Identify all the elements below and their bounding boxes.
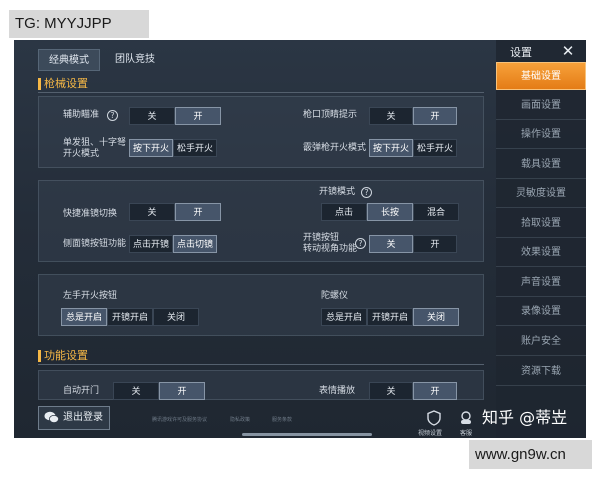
scope-button-on[interactable]: 开 [413, 235, 457, 253]
side-scope-label: 侧面镜按钮功能 [63, 239, 127, 249]
side-item-recording[interactable]: 录像设置 [496, 298, 586, 326]
side-item-graphics[interactable]: 画面设置 [496, 92, 586, 120]
side-item-sensitivity[interactable]: 灵敏度设置 [496, 180, 586, 208]
help-icon[interactable]: ? [355, 238, 366, 249]
help-icon[interactable]: ? [361, 187, 372, 198]
scope-button-off[interactable]: 关 [369, 235, 413, 253]
shotgun-fire-label: 霰弹枪开火模式 [303, 143, 367, 153]
left-fire-toggle: 总是开启 开镜开启 关闭 [61, 308, 199, 326]
side-item-sound[interactable]: 声音设置 [496, 269, 586, 297]
scope-mode-toggle: 点击 长按 混合 [321, 203, 459, 221]
gyroscope-always[interactable]: 总是开启 [321, 308, 367, 326]
side-item-vehicle[interactable]: 载具设置 [496, 151, 586, 179]
quick-scope-label: 快捷准镜切换 [63, 209, 118, 219]
panel-firearm: 辅助瞄准 ? 关 开 枪口顶睛提示 关 开 单发狙、十字弩 开火模式 按下开火 … [38, 96, 484, 168]
close-icon[interactable]: ✕ [556, 40, 580, 62]
side-item-pickup[interactable]: 拾取设置 [496, 210, 586, 238]
settings-title: 设置 [510, 46, 532, 59]
zhihu-watermark: 知乎 @蒂岦 [482, 408, 568, 427]
quick-scope-toggle: 关 开 [129, 203, 221, 221]
gyroscope-label: 陀螺仪 [321, 291, 349, 301]
home-indicator [242, 433, 372, 436]
emote-on[interactable]: 开 [413, 382, 457, 400]
left-fire-label: 左手开火按钮 [63, 291, 118, 301]
side-item-account[interactable]: 账户安全 [496, 328, 586, 356]
scope-button-label-2: 转动视角功能 [303, 244, 358, 254]
section-title-function: 功能设置 [38, 349, 88, 362]
privacy-settings-label: 视频设置 [418, 430, 443, 437]
section-divider [38, 364, 484, 365]
game-settings-screen: 经典模式 团队竞技 枪械设置 辅助瞄准 ? 关 开 枪口顶睛提示 关 开 单发狙… [14, 40, 586, 438]
shotgun-fire-release[interactable]: 松手开火 [413, 139, 457, 157]
logout-label: 退出登录 [63, 412, 103, 423]
section-title-firearm: 枪械设置 [38, 77, 88, 90]
footer-link-license[interactable]: 腾讯游戏许可及服务协议 [152, 416, 207, 423]
auto-door-toggle: 关 开 [113, 382, 205, 400]
single-fire-label: 单发狙、十字弩 [63, 138, 127, 148]
muzzle-hint-toggle: 关 开 [369, 107, 457, 125]
screenshot: TG: MYYJJPP 经典模式 团队竞技 枪械设置 辅助瞄准 ? 关 开 枪口… [0, 0, 600, 480]
emote-label: 表情播放 [319, 386, 356, 396]
footer-link-terms[interactable]: 服务条款 [272, 416, 292, 423]
shotgun-fire-toggle: 按下开火 松手开火 [369, 139, 457, 157]
scope-mode-tap[interactable]: 点击 [321, 203, 367, 221]
single-fire-press[interactable]: 按下开火 [129, 139, 173, 157]
gyroscope-scope[interactable]: 开镜开启 [367, 308, 413, 326]
aim-assist-toggle: 关 开 [129, 107, 221, 125]
scope-mode-label: 开镜模式 [319, 187, 356, 197]
customer-service-label: 客服 [460, 430, 473, 437]
left-fire-off[interactable]: 关闭 [153, 308, 199, 326]
panel-function: 自动开门 关 开 表情播放 关 开 [38, 370, 484, 400]
emote-toggle: 关 开 [369, 382, 457, 400]
auto-door-label: 自动开门 [63, 386, 100, 396]
single-fire-label-2: 开火模式 [63, 149, 100, 159]
gyroscope-off[interactable]: 关闭 [413, 308, 459, 326]
side-item-controls[interactable]: 操作设置 [496, 121, 586, 149]
aim-assist-label: 辅助瞄准 [63, 110, 100, 120]
panel-controls: 左手开火按钮 总是开启 开镜开启 关闭 陀螺仪 总是开启 开镜开启 关闭 [38, 274, 484, 336]
scope-mode-hold[interactable]: 长按 [367, 203, 413, 221]
muzzle-hint-off[interactable]: 关 [369, 107, 413, 125]
tg-watermark: TG: MYYJJPP [9, 10, 149, 38]
shotgun-fire-press[interactable]: 按下开火 [369, 139, 413, 157]
side-scope-switch[interactable]: 点击切镜 [173, 235, 217, 253]
panel-scope: 快捷准镜切换 关 开 开镜模式 ? 点击 长按 混合 侧面镜按钮功能 点击开镜 … [38, 180, 484, 262]
side-item-download[interactable]: 资源下载 [496, 358, 586, 386]
left-fire-scope[interactable]: 开镜开启 [107, 308, 153, 326]
muzzle-hint-on[interactable]: 开 [413, 107, 457, 125]
side-scope-open[interactable]: 点击开镜 [129, 235, 173, 253]
side-scope-toggle: 点击开镜 点击切镜 [129, 235, 217, 253]
section-divider [38, 92, 484, 93]
left-fire-always[interactable]: 总是开启 [61, 308, 107, 326]
scope-button-toggle: 关 开 [369, 235, 457, 253]
wechat-icon [44, 411, 59, 423]
gyroscope-toggle: 总是开启 开镜开启 关闭 [321, 308, 459, 326]
aim-assist-off[interactable]: 关 [129, 107, 175, 125]
logout-button[interactable]: 退出登录 [38, 406, 110, 430]
side-item-basic[interactable]: 基础设置 [496, 62, 586, 90]
auto-door-off[interactable]: 关 [113, 382, 159, 400]
tab-team-deathmatch[interactable]: 团队竞技 [104, 49, 166, 71]
tab-classic-mode[interactable]: 经典模式 [38, 49, 100, 71]
quick-scope-off[interactable]: 关 [129, 203, 175, 221]
single-fire-toggle: 按下开火 松手开火 [129, 139, 217, 157]
emote-off[interactable]: 关 [369, 382, 413, 400]
headset-icon[interactable] [458, 410, 474, 426]
single-fire-release[interactable]: 松手开火 [173, 139, 217, 157]
muzzle-hint-label: 枪口顶睛提示 [303, 110, 358, 120]
site-watermark: www.gn9w.cn [469, 440, 592, 469]
auto-door-on[interactable]: 开 [159, 382, 205, 400]
side-item-effects[interactable]: 效果设置 [496, 239, 586, 267]
quick-scope-on[interactable]: 开 [175, 203, 221, 221]
settings-side-menu: 设置 ✕ 基础设置 画面设置 操作设置 载具设置 灵敏度设置 拾取设置 效果设置… [496, 40, 586, 438]
footer-link-privacy[interactable]: 隐私政策 [230, 416, 250, 423]
shield-icon[interactable] [426, 410, 442, 426]
help-icon[interactable]: ? [107, 110, 118, 121]
scope-mode-mixed[interactable]: 混合 [413, 203, 459, 221]
scope-button-label: 开镜按钮 [303, 233, 340, 243]
aim-assist-on[interactable]: 开 [175, 107, 221, 125]
